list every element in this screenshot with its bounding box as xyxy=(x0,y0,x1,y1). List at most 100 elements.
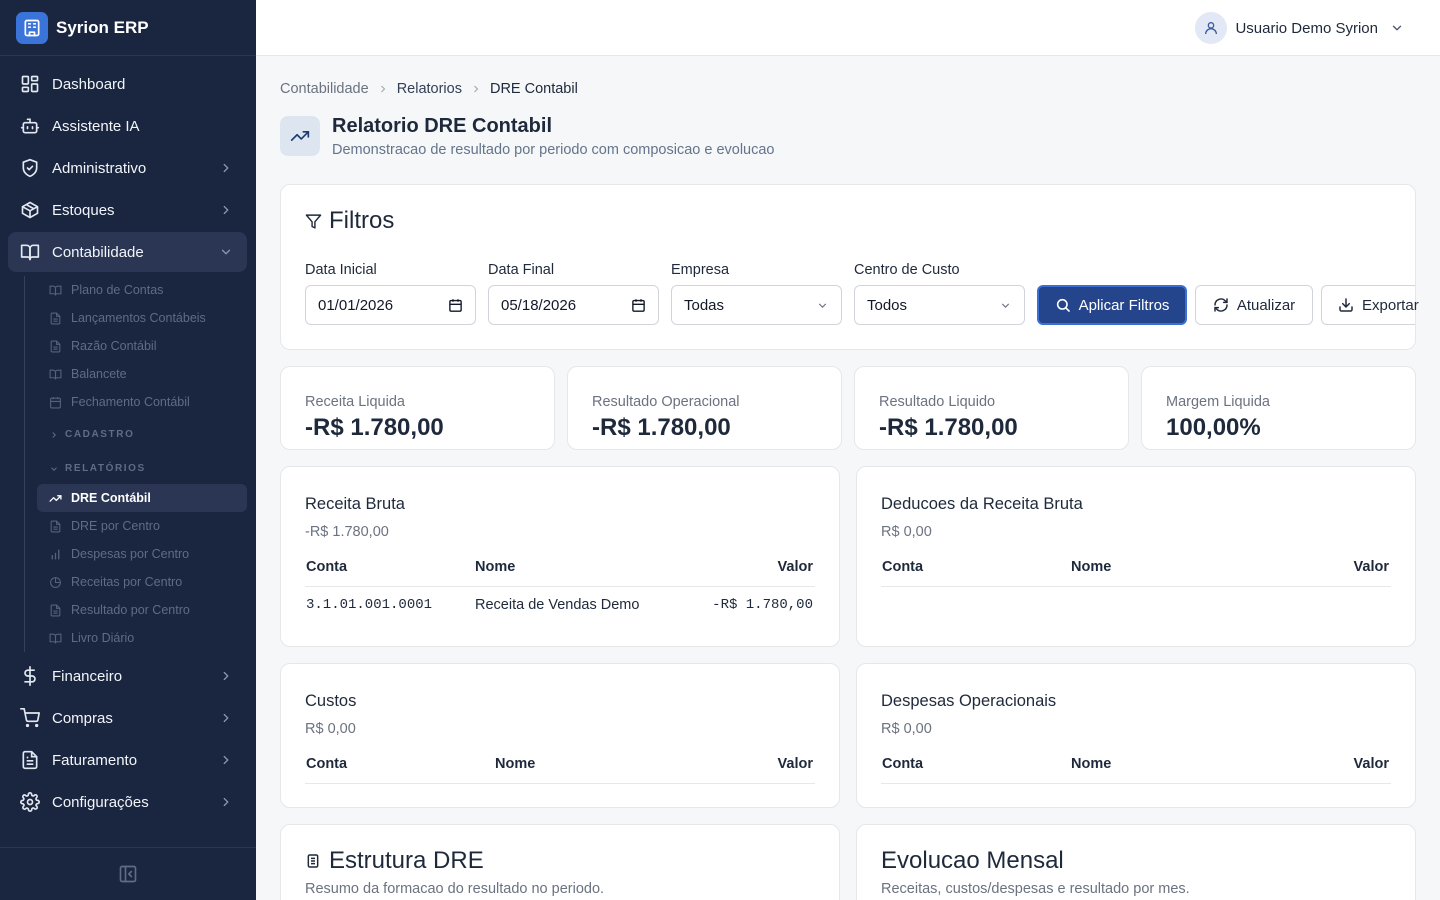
empresa-field: Empresa Todas xyxy=(671,262,842,325)
apply-filters-button[interactable]: Aplicar Filtros xyxy=(1037,285,1187,325)
sidebar-item-compras[interactable]: Compras xyxy=(8,698,247,738)
export-button[interactable]: Exportar xyxy=(1321,285,1419,325)
sidebar-item-estoques[interactable]: Estoques xyxy=(8,190,247,230)
section-title: Receita Bruta xyxy=(305,495,405,513)
data-inicial-input[interactable]: 01/01/2026 xyxy=(305,285,476,325)
sidebar-item-assistente-ia[interactable]: Assistente IA xyxy=(8,106,247,146)
calendar-icon[interactable] xyxy=(448,298,463,313)
section-total: R$ 0,00 xyxy=(305,721,356,737)
chevron-right-icon xyxy=(219,203,233,217)
breadcrumb-item[interactable]: Relatorios xyxy=(397,81,462,97)
kpi-label: Receita Liquida xyxy=(305,394,405,410)
receita-bruta-card: Receita Bruta -R$ 1.780,00 Conta Nome Va… xyxy=(280,466,840,647)
shopping-cart-icon xyxy=(20,708,40,728)
file-text-icon xyxy=(49,520,62,533)
table-header: Conta Nome Valor xyxy=(305,752,815,784)
refresh-button[interactable]: Atualizar xyxy=(1195,285,1313,325)
subnav-item-livro-diario[interactable]: Livro Diário xyxy=(37,624,247,652)
refresh-icon xyxy=(1213,297,1229,313)
sidebar-item-financeiro[interactable]: Financeiro xyxy=(8,656,247,696)
sidebar-item-dashboard[interactable]: Dashboard xyxy=(8,64,247,104)
subnav-item-label: Lançamentos Contábeis xyxy=(71,311,206,325)
col-nome: Nome xyxy=(475,559,516,575)
centro-custo-field: Centro de Custo Todos xyxy=(854,262,1025,325)
sidebar-item-label: Configurações xyxy=(52,793,149,811)
subnav-item-dre-por-centro[interactable]: DRE por Centro xyxy=(37,512,247,540)
filters-card: Filtros Data Inicial 01/01/2026 Data Fin… xyxy=(280,184,1419,350)
sidebar-item-configuracoes[interactable]: Configurações xyxy=(8,782,247,822)
subnav-item-resultado-por-centro[interactable]: Resultado por Centro xyxy=(37,596,247,624)
table-row[interactable]: 3.1.01.001.0001 Receita de Vendas Demo -… xyxy=(305,587,815,623)
user-menu[interactable]: Usuario Demo Syrion xyxy=(1195,12,1404,44)
breadcrumb-item[interactable]: Contabilidade xyxy=(280,81,369,97)
estrutura-subtitle: Resumo da formacao do resultado no perio… xyxy=(305,881,605,897)
evolucao-subtitle: Receitas, custos/despesas e resultado po… xyxy=(881,881,1190,897)
sidebar-item-faturamento[interactable]: Faturamento xyxy=(8,740,247,780)
building-icon xyxy=(16,11,48,44)
cell-conta: 3.1.01.001.0001 xyxy=(306,597,433,613)
estrutura-dre-card: Estrutura DRE Resumo da formacao do resu… xyxy=(280,824,840,900)
section-title: Custos xyxy=(305,692,357,710)
subnav-item-plano-de-contas[interactable]: Plano de Contas xyxy=(37,276,247,304)
subnav-item-razao[interactable]: Razão Contábil xyxy=(37,332,247,360)
cell-nome: Receita de Vendas Demo xyxy=(475,597,640,613)
bar-chart-icon xyxy=(49,548,62,561)
sidebar-item-label: Assistente IA xyxy=(52,117,140,135)
deducoes-table: Conta Nome Valor xyxy=(881,555,1391,587)
sidebar-item-contabilidade[interactable]: Contabilidade xyxy=(8,232,247,272)
subnav-item-label: Despesas por Centro xyxy=(71,547,190,561)
subnav-item-dre-contabil[interactable]: DRE Contábil xyxy=(37,484,247,512)
sidebar-item-administrativo[interactable]: Administrativo xyxy=(8,148,247,188)
package-icon xyxy=(20,200,40,220)
empresa-value: Todas xyxy=(684,296,725,314)
subnav-item-despesas-por-centro[interactable]: Despesas por Centro xyxy=(37,540,247,568)
search-icon xyxy=(1055,297,1071,313)
despesas-table: Conta Nome Valor xyxy=(881,752,1391,784)
empresa-label: Empresa xyxy=(671,262,730,278)
table-header: Conta Nome Valor xyxy=(881,555,1391,587)
subnav-item-receitas-por-centro[interactable]: Receitas por Centro xyxy=(37,568,247,596)
data-final-field: Data Final 05/18/2026 xyxy=(488,262,659,325)
deducoes-card: Deducoes da Receita Bruta R$ 0,00 Conta … xyxy=(856,466,1416,647)
despesas-operacionais-card: Despesas Operacionais R$ 0,00 Conta Nome… xyxy=(856,663,1416,808)
data-final-input[interactable]: 05/18/2026 xyxy=(488,285,659,325)
subnav-item-lancamentos[interactable]: Lançamentos Contábeis xyxy=(37,304,247,332)
apply-filters-label: Aplicar Filtros xyxy=(1078,296,1170,314)
panel-collapse-icon[interactable] xyxy=(118,864,138,884)
book-open-icon xyxy=(20,242,40,262)
evolucao-mensal-card: Evolucao Mensal Receitas, custos/despesa… xyxy=(856,824,1416,900)
dollar-icon xyxy=(20,666,40,686)
subnav-group-relatorios[interactable]: RELATÓRIOS xyxy=(37,453,247,484)
subnav-item-label: DRE Contábil xyxy=(71,491,151,505)
subnav-item-fechamento[interactable]: Fechamento Contábil xyxy=(37,388,247,416)
subnav-item-label: Livro Diário xyxy=(71,631,135,645)
kpi-label: Resultado Liquido xyxy=(879,394,996,410)
page-title: Relatorio DRE Contabil xyxy=(332,115,553,137)
calendar-icon[interactable] xyxy=(631,298,646,313)
estrutura-title: Estrutura DRE xyxy=(329,847,484,874)
col-nome: Nome xyxy=(1071,559,1112,575)
brand[interactable]: Syrion ERP xyxy=(0,0,256,56)
col-valor: Valor xyxy=(1353,756,1389,772)
user-name: Usuario Demo Syrion xyxy=(1235,19,1378,37)
chevron-right-icon xyxy=(219,669,233,683)
subnav-group-cadastro[interactable]: CADASTRO xyxy=(37,419,247,450)
chevron-right-icon xyxy=(470,83,482,95)
kpi-card-resultado-liquido: Resultado Liquido -R$ 1.780,00 xyxy=(854,366,1129,450)
custos-table: Conta Nome Valor xyxy=(305,752,815,784)
kpi-card-margem-liquida: Margem Liquida 100,00% xyxy=(1141,366,1416,450)
kpi-value: -R$ 1.780,00 xyxy=(879,414,1018,441)
breadcrumb-current: DRE Contabil xyxy=(489,81,578,97)
centro-custo-value: Todos xyxy=(867,296,908,314)
empresa-select[interactable]: Todas xyxy=(671,285,842,325)
subnav-item-label: Plano de Contas xyxy=(71,283,164,297)
col-conta: Conta xyxy=(882,559,924,575)
col-conta: Conta xyxy=(882,756,924,772)
sidebar-footer xyxy=(0,847,256,900)
book-icon xyxy=(49,368,62,381)
subnav-item-balancete[interactable]: Balancete xyxy=(37,360,247,388)
section-total: R$ 0,00 xyxy=(881,524,932,540)
centro-custo-select[interactable]: Todos xyxy=(854,285,1025,325)
sidebar-item-label: Administrativo xyxy=(52,159,147,177)
col-valor: Valor xyxy=(1353,559,1389,575)
